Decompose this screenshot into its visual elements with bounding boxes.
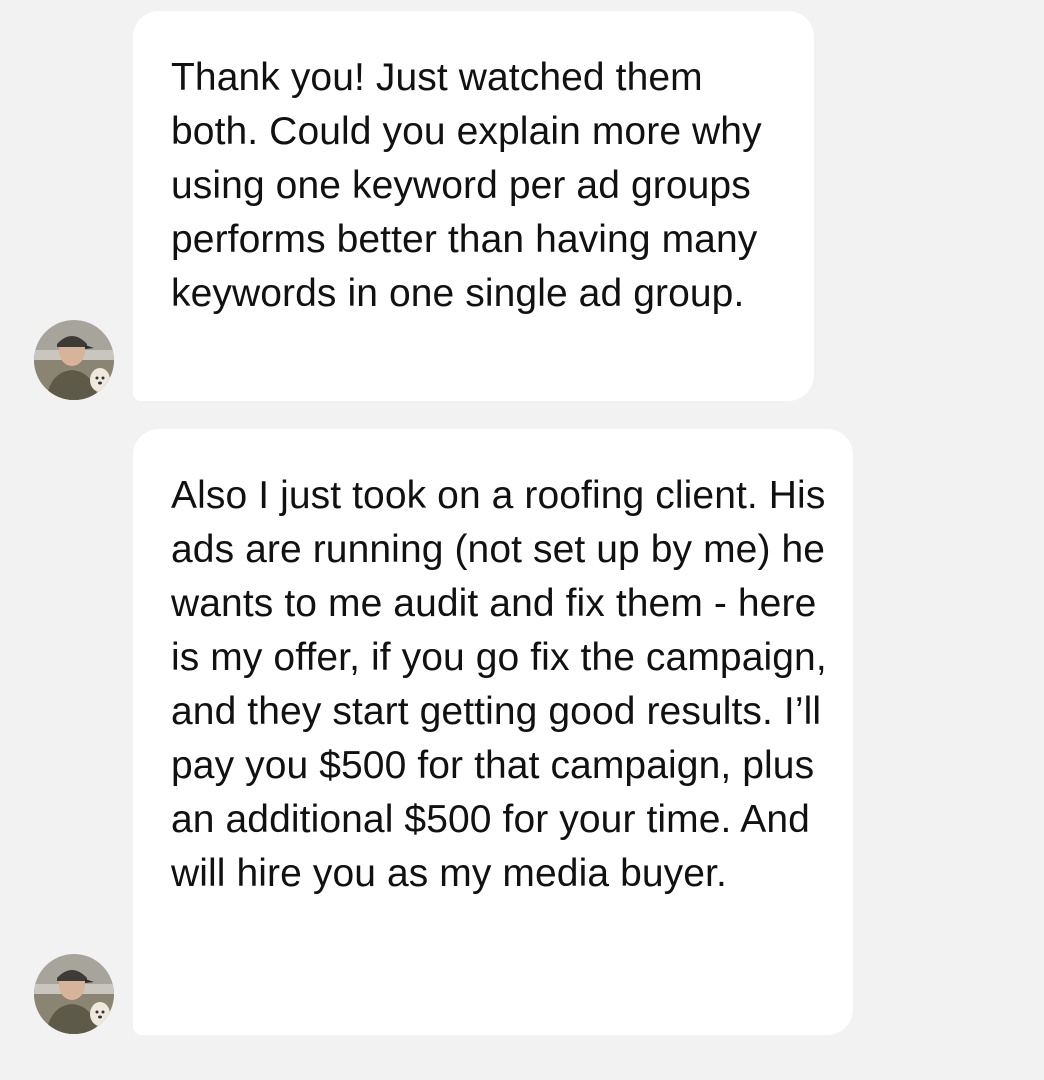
avatar-photo-icon (34, 954, 114, 1034)
message-text: Also I just took on a roofing client. Hi… (171, 474, 827, 895)
message-bubble[interactable]: Also I just took on a roofing client. Hi… (133, 429, 853, 1035)
sender-avatar[interactable] (34, 954, 114, 1034)
avatar-photo-icon (34, 320, 114, 400)
sender-avatar[interactable] (34, 320, 114, 400)
message-bubble[interactable]: Thank you! Just watched them both. Could… (133, 11, 814, 401)
message-text: Thank you! Just watched them both. Could… (171, 56, 762, 315)
message-thread: Thank you! Just watched them both. Could… (0, 0, 1044, 1080)
